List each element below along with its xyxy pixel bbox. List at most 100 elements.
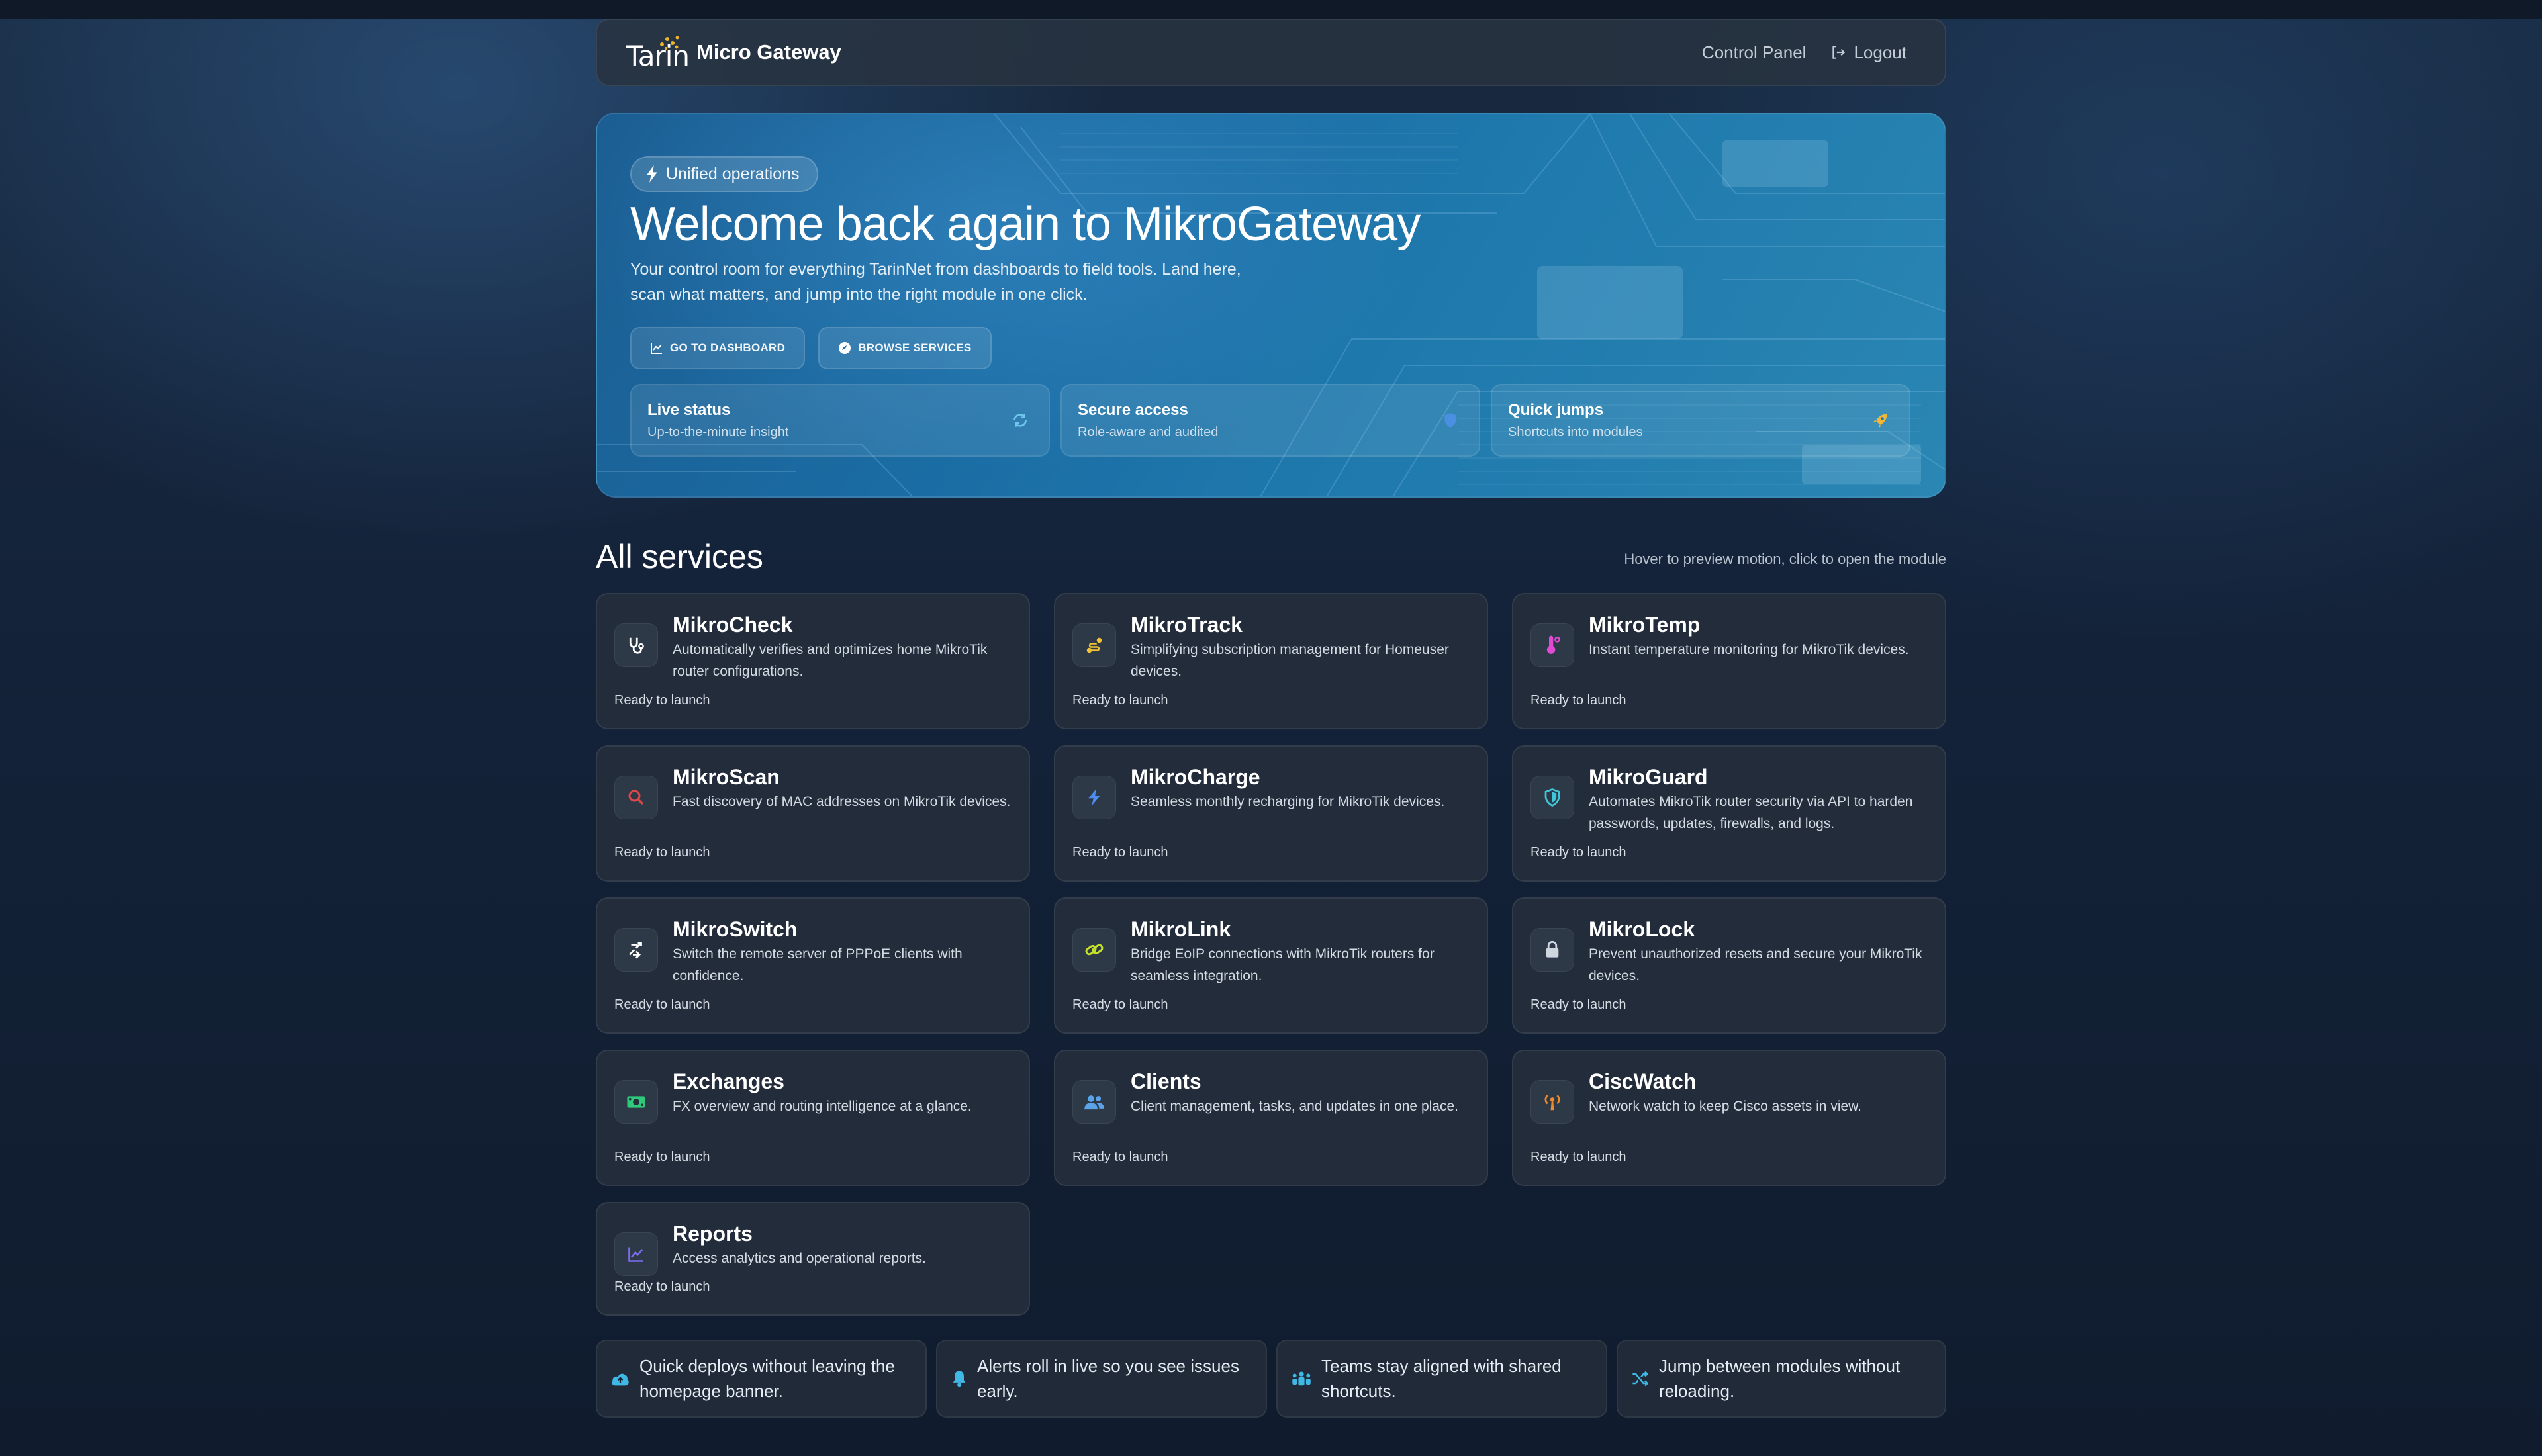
top-nav-bar: Tarin Micro Gateway Control Panel Logout <box>596 19 1946 86</box>
service-title: MikroCheck <box>673 613 793 637</box>
service-card-mikroswitch[interactable]: MikroSwitch Switch the remote server of … <box>596 897 1030 1034</box>
service-icon-box <box>1530 928 1574 972</box>
tip-text: Quick deploys without leaving the homepa… <box>639 1356 895 1401</box>
feature-subtitle: Role-aware and audited <box>1078 425 1219 439</box>
stethoscope-icon <box>629 637 644 654</box>
feature-subtitle: Shortcuts into modules <box>1508 425 1643 439</box>
service-icon-box <box>1072 1080 1116 1124</box>
service-status: Ready to launch <box>614 997 710 1012</box>
service-icon-box <box>1530 623 1574 667</box>
hero-cta-row: GO TO DASHBOARD BROWSE SERVICES <box>630 327 1912 369</box>
chart-line-icon <box>628 1247 643 1262</box>
feature-title: Quick jumps <box>1508 401 1604 419</box>
brand-title[interactable]: Micro Gateway <box>696 40 841 64</box>
badge-label: Unified operations <box>666 164 800 183</box>
service-status: Ready to launch <box>614 693 710 707</box>
control-panel-link[interactable]: Control Panel <box>1702 42 1807 63</box>
tip-jump-modules: Jump between modules without reloading. <box>1617 1340 1946 1418</box>
go-to-dashboard-button[interactable]: GO TO DASHBOARD <box>630 327 806 369</box>
feature-subtitle: Up-to-the-minute insight <box>647 425 789 439</box>
service-description: Seamless monthly recharging for MikroTik… <box>1131 794 1445 809</box>
service-description: Client management, tasks, and updates in… <box>1131 1099 1458 1114</box>
hero-content: Unified operations Welcome back again to… <box>630 156 1912 457</box>
service-title: MikroGuard <box>1589 765 1708 789</box>
tip-text: Jump between modules without reloading. <box>1659 1356 1901 1401</box>
service-card-mikrolock[interactable]: MikroLock Prevent unauthorized resets an… <box>1512 897 1946 1034</box>
service-card-mikroscan[interactable]: MikroScan Fast discovery of MAC addresse… <box>596 745 1030 882</box>
link-icon <box>1085 944 1104 956</box>
top-strip <box>0 0 2542 19</box>
shuffle-icon <box>1632 1371 1649 1387</box>
service-status: Ready to launch <box>1072 1150 1168 1164</box>
service-card-mikrolink[interactable]: MikroLink Bridge EoIP connections with M… <box>1054 897 1488 1034</box>
page-container: Tarin Micro Gateway Control Panel Logout <box>596 19 1946 1418</box>
service-card-mikrotemp[interactable]: MikroTemp Instant temperature monitoring… <box>1512 593 1946 729</box>
service-icon-box <box>1072 928 1116 972</box>
shield-icon <box>1544 788 1560 807</box>
service-title: MikroCharge <box>1131 765 1260 789</box>
service-card-exchanges[interactable]: Exchanges FX overview and routing intell… <box>596 1050 1030 1186</box>
service-icon-box <box>614 623 658 667</box>
service-card-ciscwatch[interactable]: CiscWatch Network watch to keep Cisco as… <box>1512 1050 1946 1186</box>
shield-icon <box>1444 413 1456 428</box>
service-icon-box <box>1072 776 1116 819</box>
go-to-dashboard-label: GO TO DASHBOARD <box>670 341 786 354</box>
logout-icon <box>1832 46 1846 59</box>
service-title: MikroLink <box>1131 917 1231 941</box>
logout-link[interactable]: Logout <box>1830 42 1906 63</box>
chart-line-icon <box>651 343 662 354</box>
feature-title: Live status <box>647 401 731 419</box>
service-status: Ready to launch <box>1530 693 1626 707</box>
service-description: FX overview and routing intelligence at … <box>673 1099 972 1114</box>
logo-text: Tarin <box>626 40 690 72</box>
hero-subtitle: Your control room for everything TarinNe… <box>630 260 1241 304</box>
service-description: Network watch to keep Cisco assets in vi… <box>1589 1099 1862 1114</box>
service-description: Switch the remote server of PPPoE client… <box>673 946 963 983</box>
bolt-icon <box>1088 789 1100 806</box>
service-status: Ready to launch <box>1530 1150 1626 1164</box>
shuffle-arrows-icon <box>629 942 642 959</box>
thermometer-icon <box>1546 635 1560 654</box>
service-status: Ready to launch <box>614 1279 710 1294</box>
service-description: Access analytics and operational reports… <box>673 1251 926 1266</box>
service-status: Ready to launch <box>1530 997 1626 1012</box>
feature-secure-access[interactable]: Secure access Role-aware and audited <box>1060 384 1480 457</box>
control-panel-label: Control Panel <box>1701 42 1807 62</box>
bell-icon <box>953 1371 966 1387</box>
service-title: MikroTrack <box>1131 613 1243 637</box>
service-card-reports[interactable]: Reports Access analytics and operational… <box>596 1202 1030 1316</box>
service-card-mikroguard[interactable]: MikroGuard Automates MikroTik router sec… <box>1512 745 1946 882</box>
service-icon-box <box>614 776 658 819</box>
service-icon-box <box>614 1080 658 1124</box>
feature-live-status[interactable]: Live status Up-to-the-minute insight <box>630 384 1050 457</box>
service-card-mikrotrack[interactable]: MikroTrack Simplifying subscription mana… <box>1054 593 1488 729</box>
tip-quick-deploys: Quick deploys without leaving the homepa… <box>596 1340 927 1418</box>
hero-banner: Unified operations Welcome back again to… <box>596 113 1946 498</box>
service-description: Fast discovery of MAC addresses on Mikro… <box>673 794 1011 809</box>
service-status: Ready to launch <box>614 845 710 860</box>
service-icon-box <box>614 928 658 972</box>
feature-quick-jumps[interactable]: Quick jumps Shortcuts into modules <box>1491 384 1910 457</box>
services-hint: Hover to preview motion, click to open t… <box>1624 551 1946 567</box>
service-card-mikrocharge[interactable]: MikroCharge Seamless monthly recharging … <box>1054 745 1488 882</box>
service-card-clients[interactable]: Clients Client management, tasks, and up… <box>1054 1050 1488 1186</box>
service-description: Automates MikroTik router security via A… <box>1589 794 1913 831</box>
service-card-mikrocheck[interactable]: MikroCheck Automatically verifies and op… <box>596 593 1030 729</box>
service-status: Ready to launch <box>1072 997 1168 1012</box>
service-title: MikroTemp <box>1589 613 1701 637</box>
tip-alerts: Alerts roll in live so you see issues ea… <box>936 1340 1267 1418</box>
service-description: Simplifying subscription management for … <box>1131 642 1449 679</box>
tarin-logo[interactable]: Tarin <box>626 32 690 72</box>
service-title: Reports <box>673 1222 753 1246</box>
search-icon <box>628 790 644 805</box>
tower-broadcast-icon <box>1544 1095 1560 1111</box>
bolt-icon <box>647 165 657 183</box>
tip-teams: Teams stay aligned with shared shortcuts… <box>1276 1340 1607 1418</box>
hero-feature-row: Live status Up-to-the-minute insight Sec… <box>630 384 1912 457</box>
service-status: Ready to launch <box>1072 845 1168 860</box>
service-title: MikroScan <box>673 765 780 789</box>
service-title: MikroSwitch <box>673 917 798 941</box>
money-bill-icon <box>627 1096 645 1108</box>
sync-icon <box>1013 414 1027 427</box>
browse-services-button[interactable]: BROWSE SERVICES <box>818 327 992 369</box>
